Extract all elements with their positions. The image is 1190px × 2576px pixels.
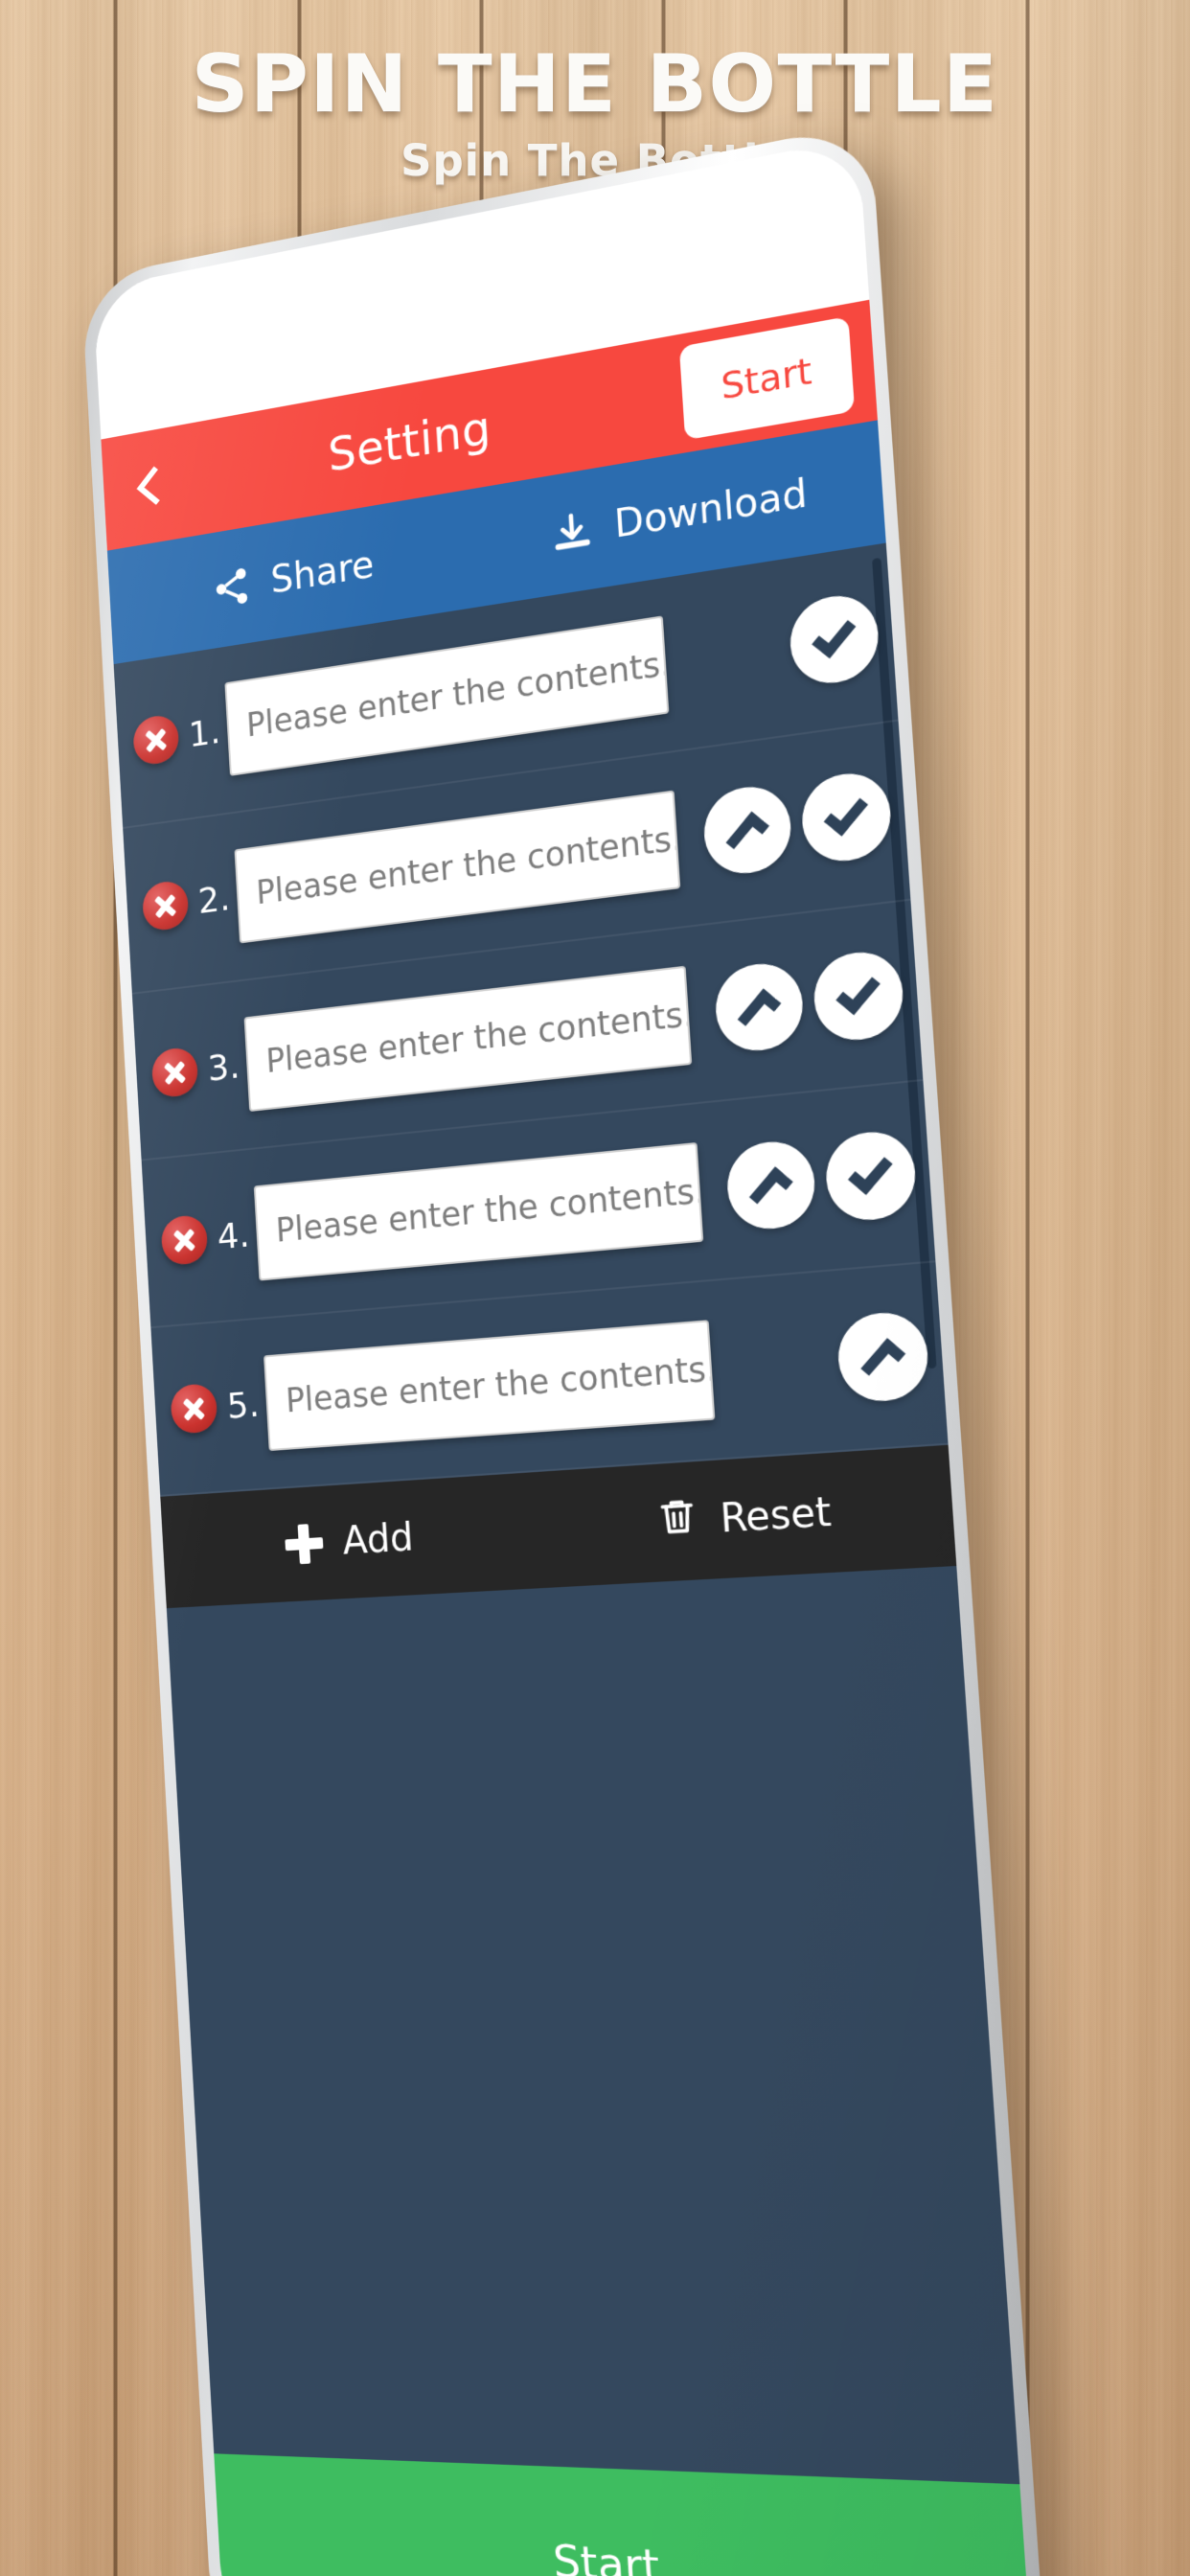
entry-input[interactable]: Please enter the contents. bbox=[253, 1141, 704, 1281]
chevron-up-icon[interactable] bbox=[713, 959, 806, 1055]
chevron-down-icon[interactable] bbox=[788, 589, 881, 689]
reset-button[interactable]: Reset bbox=[540, 1478, 954, 1555]
share-label: Share bbox=[269, 542, 376, 603]
reorder-controls bbox=[692, 767, 907, 880]
close-circle-icon[interactable] bbox=[150, 1046, 199, 1099]
add-label: Add bbox=[341, 1515, 415, 1564]
close-circle-icon[interactable] bbox=[141, 879, 190, 932]
row-number: 1. bbox=[187, 710, 222, 755]
chevron-down-icon[interactable] bbox=[811, 947, 906, 1045]
chevron-down-icon[interactable] bbox=[799, 768, 894, 866]
entry-input[interactable]: Please enter the contents. bbox=[243, 965, 693, 1113]
trash-icon bbox=[654, 1494, 700, 1550]
share-icon bbox=[210, 564, 253, 612]
plus-icon bbox=[284, 1523, 324, 1565]
entry-input[interactable]: Please enter the contents. bbox=[263, 1320, 716, 1452]
promo-headline: SPIN THE BOTTLE Spin The Bottle bbox=[0, 42, 1190, 186]
chevron-up-icon[interactable] bbox=[724, 1138, 818, 1232]
reorder-controls bbox=[726, 1308, 945, 1412]
promo-title: SPIN THE BOTTLE bbox=[191, 37, 999, 130]
phone-mockup: Setting Start Share Download 1. Please e… bbox=[80, 122, 1048, 2576]
chevron-up-icon[interactable] bbox=[701, 781, 794, 879]
entry-list: 1. Please enter the contents. 2. Please ent… bbox=[113, 542, 949, 1497]
download-label: Download bbox=[612, 471, 809, 547]
phone-frame: Setting Start Share Download 1. Please e… bbox=[80, 122, 1048, 2576]
close-circle-icon[interactable] bbox=[160, 1213, 209, 1267]
reorder-controls bbox=[715, 1127, 932, 1233]
chevron-up-icon[interactable] bbox=[835, 1309, 931, 1405]
chevron-down-icon[interactable] bbox=[823, 1128, 919, 1224]
download-icon bbox=[549, 507, 595, 558]
row-number: 3. bbox=[206, 1045, 241, 1090]
phone-body: Setting Start Share Download 1. Please e… bbox=[92, 137, 1034, 2576]
reset-label: Reset bbox=[719, 1489, 833, 1542]
row-number: 5. bbox=[225, 1383, 261, 1427]
chevron-left-icon[interactable] bbox=[128, 464, 169, 510]
add-button[interactable]: Add bbox=[162, 1507, 542, 1574]
close-circle-icon[interactable] bbox=[170, 1382, 218, 1435]
app-screen: Setting Start Share Download 1. Please e… bbox=[101, 299, 1034, 2576]
row-number: 4. bbox=[216, 1213, 251, 1258]
reorder-controls bbox=[680, 587, 895, 703]
empty-area bbox=[166, 1565, 1020, 2485]
reorder-controls bbox=[703, 946, 920, 1056]
promo-screenshot: SPIN THE BOTTLE Spin The Bottle Setting … bbox=[0, 0, 1190, 2576]
close-circle-icon[interactable] bbox=[132, 712, 180, 768]
entry-input[interactable]: Please enter the contents. bbox=[224, 615, 670, 776]
entry-input[interactable]: Please enter the contents. bbox=[234, 790, 681, 944]
header-start-button[interactable]: Start bbox=[678, 316, 856, 441]
row-number: 2. bbox=[196, 877, 232, 922]
